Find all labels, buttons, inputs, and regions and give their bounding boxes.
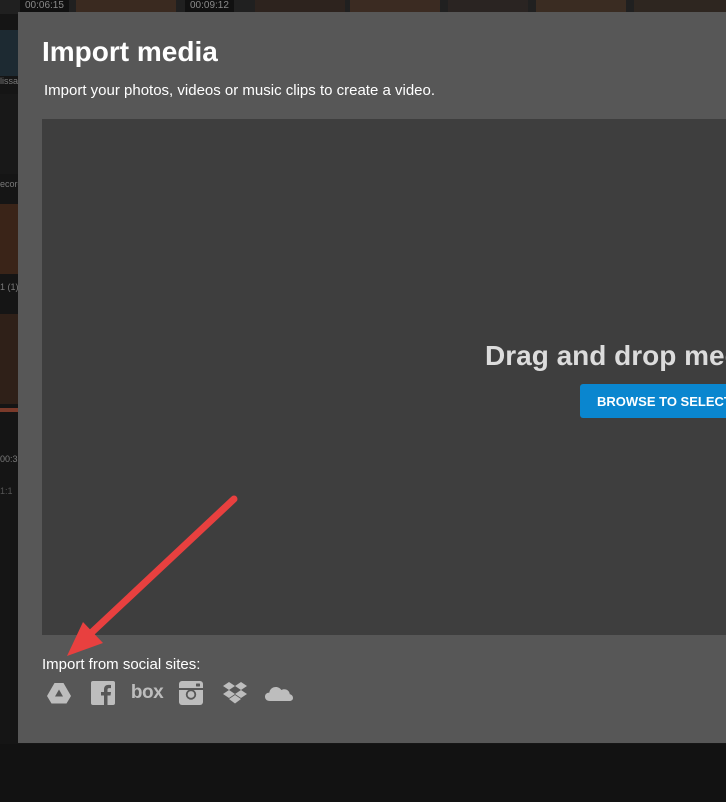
media-progress-bar (0, 408, 18, 412)
social-import-label: Import from social sites: (42, 656, 201, 673)
drop-zone[interactable]: Drag and drop media BROWSE TO SELECT (42, 119, 726, 635)
instagram-icon[interactable] (176, 680, 206, 706)
background-timeline (0, 744, 726, 802)
thumbnail-timestamp: 00:06:15 (20, 0, 69, 12)
box-logo-text: box (130, 682, 164, 703)
media-label: 1 (1) (0, 282, 18, 292)
google-drive-icon[interactable] (44, 680, 74, 706)
media-label: 00:3 (0, 454, 18, 464)
media-label: 1:1 (0, 486, 13, 496)
browse-to-select-button[interactable]: BROWSE TO SELECT (580, 384, 726, 418)
dialog-title: Import media (42, 36, 218, 67)
import-media-dialog: Import media Import your photos, videos … (18, 12, 726, 743)
media-thumbnail (0, 204, 18, 274)
thumbnail-timestamp: 00:09:12 (185, 0, 234, 12)
social-import-icons: box (44, 680, 308, 706)
background-media-sidebar: lissa ecord 1 (1) 00:3 1:1 (0, 14, 18, 744)
media-thumbnail (0, 314, 18, 404)
dropbox-icon[interactable] (220, 680, 250, 706)
media-label: ecord (0, 179, 18, 189)
dialog-subtitle: Import your photos, videos or music clip… (44, 82, 436, 99)
facebook-icon[interactable] (88, 680, 118, 706)
media-thumbnail (0, 30, 18, 76)
media-thumbnail (0, 94, 18, 174)
box-icon[interactable]: box (130, 680, 164, 706)
onedrive-icon[interactable] (264, 680, 294, 706)
media-label: lissa (0, 76, 18, 86)
drop-zone-text: Drag and drop media (485, 340, 726, 371)
